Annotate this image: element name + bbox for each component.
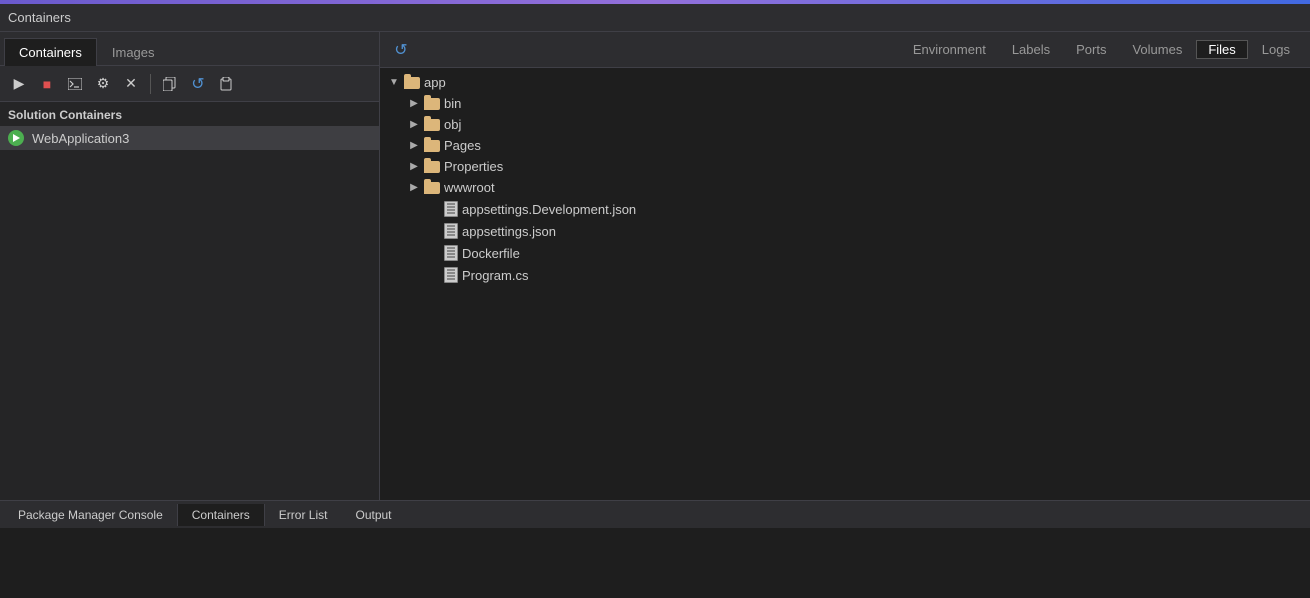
chevron-bin bbox=[408, 98, 420, 110]
folder-icon-app bbox=[404, 77, 420, 89]
main-layout: Containers Images ▶ ■ ⚙ ✕ bbox=[0, 32, 1310, 500]
tree-label-app: app bbox=[424, 75, 446, 90]
title-bar: Containers bbox=[0, 4, 1310, 32]
tree-item-dockerfile[interactable]: Dockerfile bbox=[380, 242, 1310, 264]
tree-item-appsettings[interactable]: appsettings.json bbox=[380, 220, 1310, 242]
tab-files[interactable]: Files bbox=[1196, 40, 1247, 59]
start-button[interactable]: ▶ bbox=[6, 71, 32, 97]
right-toolbar: ↺ Environment Labels Ports Volumes Files… bbox=[380, 32, 1310, 68]
detail-tabs: Environment Labels Ports Volumes Files L… bbox=[418, 40, 1302, 59]
bottom-tab-error-list[interactable]: Error List bbox=[265, 504, 342, 526]
tab-logs[interactable]: Logs bbox=[1250, 40, 1302, 59]
file-icon-appsettings-dev bbox=[444, 201, 458, 217]
tree-label-bin: bin bbox=[444, 96, 461, 111]
top-tab-bar: Containers Images bbox=[0, 32, 379, 66]
folder-icon-properties bbox=[424, 161, 440, 173]
tree-item-appsettings-dev[interactable]: appsettings.Development.json bbox=[380, 198, 1310, 220]
tab-environment[interactable]: Environment bbox=[901, 40, 998, 59]
tree-label-dockerfile: Dockerfile bbox=[462, 246, 520, 261]
files-refresh-button[interactable]: ↺ bbox=[388, 37, 414, 63]
file-icon-appsettings bbox=[444, 223, 458, 239]
file-icon-programcs bbox=[444, 267, 458, 283]
container-item-label: WebApplication3 bbox=[32, 131, 129, 146]
file-tree: app bin obj Pages bbox=[380, 68, 1310, 500]
tab-volumes[interactable]: Volumes bbox=[1120, 40, 1194, 59]
tree-item-wwwroot[interactable]: wwwroot bbox=[380, 177, 1310, 198]
left-panel: Containers Images ▶ ■ ⚙ ✕ bbox=[0, 32, 380, 500]
chevron-properties bbox=[408, 161, 420, 173]
toolbar: ▶ ■ ⚙ ✕ ↺ bbox=[0, 66, 379, 102]
tree-label-programcs: Program.cs bbox=[462, 268, 528, 283]
tree-label-wwwroot: wwwroot bbox=[444, 180, 495, 195]
folder-icon-wwwroot bbox=[424, 182, 440, 194]
file-icon-dockerfile bbox=[444, 245, 458, 261]
terminal-button[interactable] bbox=[62, 71, 88, 97]
tree-item-programcs[interactable]: Program.cs bbox=[380, 264, 1310, 286]
tree-label-appsettings: appsettings.json bbox=[462, 224, 556, 239]
running-status-icon bbox=[8, 130, 24, 146]
chevron-wwwroot bbox=[408, 182, 420, 194]
tree-label-properties: Properties bbox=[444, 159, 503, 174]
container-item-webapp3[interactable]: WebApplication3 bbox=[0, 126, 379, 150]
paste-button[interactable] bbox=[213, 71, 239, 97]
delete-button[interactable]: ✕ bbox=[118, 71, 144, 97]
bottom-tab-package-manager[interactable]: Package Manager Console bbox=[4, 504, 177, 526]
solution-containers-label: Solution Containers bbox=[0, 102, 379, 126]
folder-icon-bin bbox=[424, 98, 440, 110]
settings-button[interactable]: ⚙ bbox=[90, 71, 116, 97]
tree-item-properties[interactable]: Properties bbox=[380, 156, 1310, 177]
refresh-button[interactable]: ↺ bbox=[185, 71, 211, 97]
tree-item-pages[interactable]: Pages bbox=[380, 135, 1310, 156]
tab-images[interactable]: Images bbox=[97, 38, 170, 66]
tab-labels[interactable]: Labels bbox=[1000, 40, 1062, 59]
tree-label-appsettings-dev: appsettings.Development.json bbox=[462, 202, 636, 217]
chevron-app bbox=[388, 77, 400, 89]
right-panel: ↺ Environment Labels Ports Volumes Files… bbox=[380, 32, 1310, 500]
tree-item-app[interactable]: app bbox=[380, 72, 1310, 93]
tab-ports[interactable]: Ports bbox=[1064, 40, 1118, 59]
toolbar-separator-1 bbox=[150, 74, 151, 94]
tree-item-bin[interactable]: bin bbox=[380, 93, 1310, 114]
stop-button[interactable]: ■ bbox=[34, 71, 60, 97]
tab-containers[interactable]: Containers bbox=[4, 38, 97, 66]
copy-button[interactable] bbox=[157, 71, 183, 97]
folder-icon-obj bbox=[424, 119, 440, 131]
bottom-tab-containers[interactable]: Containers bbox=[177, 504, 265, 526]
chevron-obj bbox=[408, 119, 420, 131]
tree-item-obj[interactable]: obj bbox=[380, 114, 1310, 135]
bottom-tabs: Package Manager Console Containers Error… bbox=[0, 500, 1310, 528]
chevron-pages bbox=[408, 140, 420, 152]
tree-label-pages: Pages bbox=[444, 138, 481, 153]
title-text: Containers bbox=[8, 10, 71, 25]
folder-icon-pages bbox=[424, 140, 440, 152]
tree-label-obj: obj bbox=[444, 117, 461, 132]
bottom-tab-output[interactable]: Output bbox=[341, 504, 405, 526]
